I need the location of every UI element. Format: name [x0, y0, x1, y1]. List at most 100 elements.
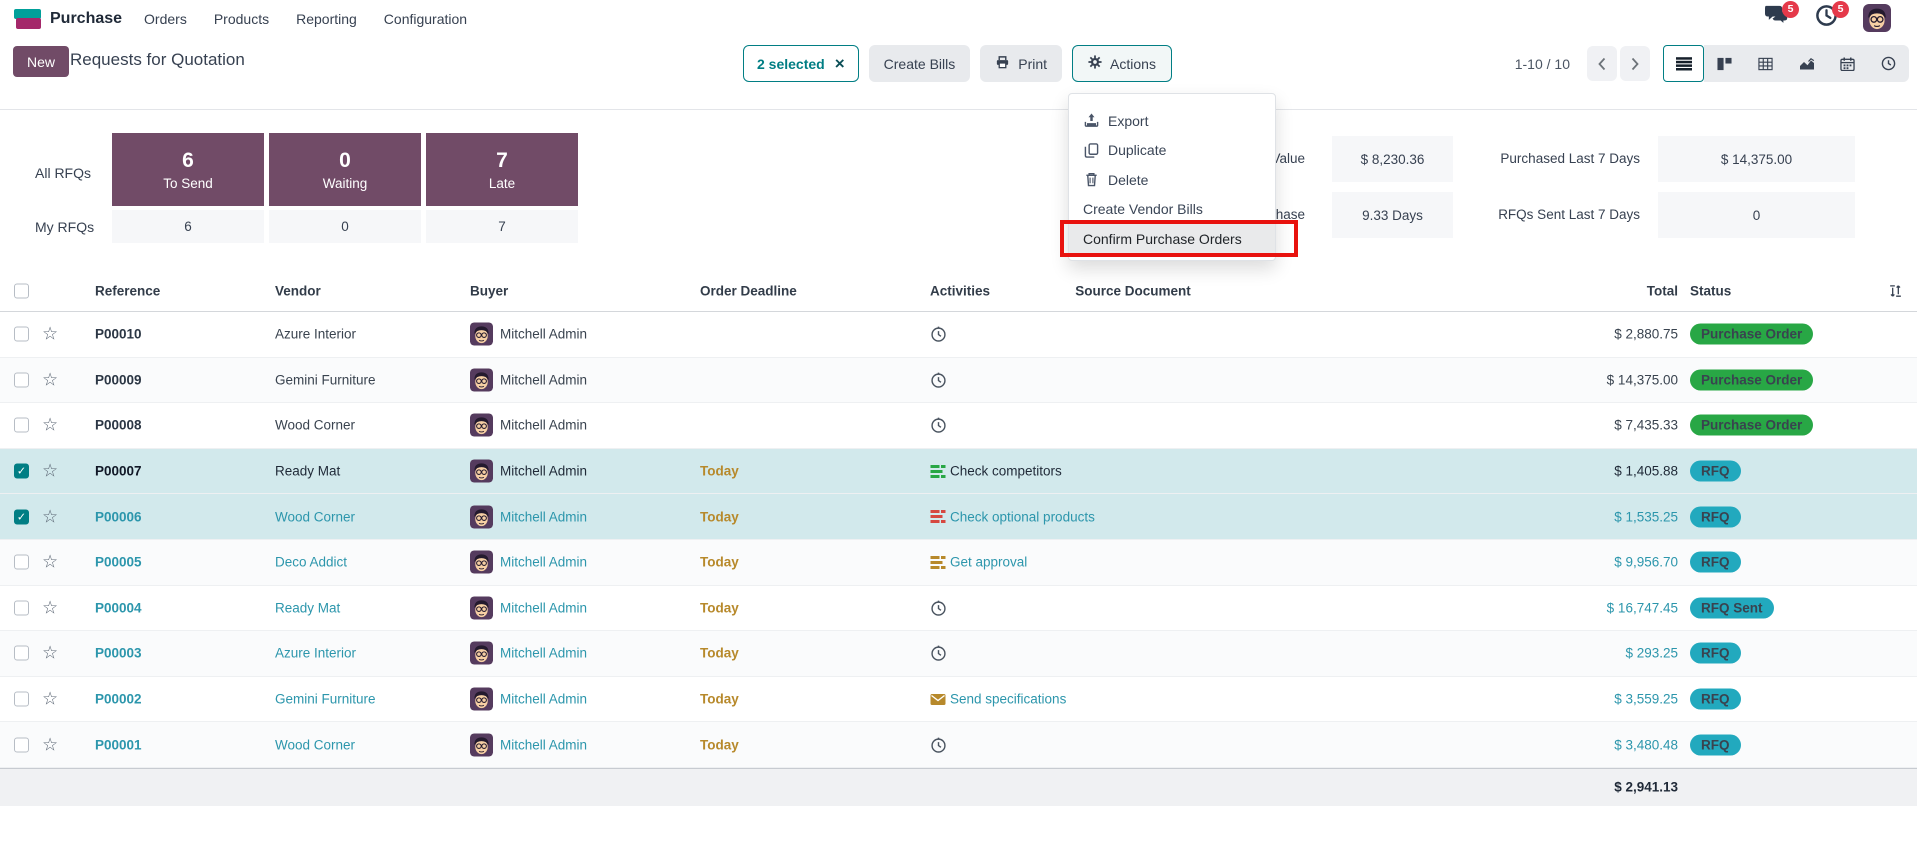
row-checkbox[interactable]: ✓ [14, 509, 29, 524]
pivot-view-icon[interactable] [1745, 45, 1786, 82]
table-row[interactable]: ☆ P00010 Azure Interior Mitchell Admin $… [0, 312, 1917, 358]
buyer-avatar [470, 733, 493, 756]
favorite-star-icon[interactable]: ☆ [42, 643, 58, 664]
nav-menu-item[interactable]: Reporting [296, 11, 357, 27]
favorite-star-icon[interactable]: ☆ [42, 324, 58, 345]
all-rfqs-label[interactable]: All RFQs [35, 165, 91, 181]
nav-menu-item[interactable]: Configuration [384, 11, 467, 27]
activity-cell[interactable]: Get approval [930, 555, 1027, 570]
trash-icon [1083, 172, 1099, 187]
table-row[interactable]: ✓ ☆ P00006 Wood Corner Mitchell Admin To… [0, 494, 1917, 540]
new-button[interactable]: New [13, 46, 69, 77]
row-checkbox[interactable] [14, 692, 29, 707]
actions-menu-item[interactable]: Export [1069, 106, 1275, 136]
reference-cell: P00006 [95, 509, 142, 524]
reference-cell: P00009 [95, 372, 142, 387]
table-row[interactable]: ☆ P00005 Deco Addict Mitchell Admin Toda… [0, 540, 1917, 586]
activity-cell[interactable] [930, 371, 951, 388]
activity-cell[interactable]: Send specifications [930, 692, 1066, 707]
actions-button[interactable]: Actions [1072, 45, 1172, 82]
total-cell: $ 293.25 [1490, 646, 1678, 661]
column-header[interactable]: Total [1490, 283, 1678, 298]
status-badge: RFQ [1690, 461, 1741, 482]
clear-selection-icon[interactable]: × [835, 55, 845, 72]
activity-cell[interactable] [930, 599, 951, 616]
selected-count-chip[interactable]: 2 selected × [743, 45, 859, 82]
table-row[interactable]: ☆ P00002 Gemini Furniture Mitchell Admin… [0, 677, 1917, 723]
user-avatar[interactable] [1863, 4, 1891, 32]
row-checkbox[interactable] [14, 372, 29, 387]
column-header[interactable]: Status [1690, 283, 1731, 298]
actions-menu-item[interactable]: Create Vendor Bills [1069, 195, 1275, 225]
actions-menu-item[interactable]: Duplicate [1069, 136, 1275, 166]
pager-previous-button[interactable] [1587, 46, 1617, 81]
row-checkbox[interactable] [14, 600, 29, 615]
activity-cell[interactable] [930, 417, 951, 434]
total-cell: $ 2,880.75 [1490, 327, 1678, 342]
actions-menu-item[interactable]: Confirm Purchase Orders [1069, 224, 1275, 254]
rfq-card-column: 6 To Send 6 [112, 133, 264, 243]
adjust-columns-icon[interactable] [1888, 283, 1903, 298]
my-rfqs-label[interactable]: My RFQs [35, 219, 94, 235]
activity-cell[interactable]: Check competitors [930, 464, 1062, 479]
vendor-cell: Wood Corner [275, 737, 355, 752]
table-row[interactable]: ☆ P00008 Wood Corner Mitchell Admin $ 7,… [0, 403, 1917, 449]
column-header[interactable]: Activities [930, 283, 990, 298]
row-checkbox[interactable]: ✓ [14, 464, 29, 479]
row-checkbox[interactable] [14, 418, 29, 433]
nav-menu-item[interactable]: Products [214, 11, 269, 27]
column-header[interactable]: Vendor [275, 283, 321, 298]
table-row[interactable]: ☆ P00004 Ready Mat Mitchell Admin Today … [0, 586, 1917, 632]
deadline-cell: Today [700, 464, 739, 479]
favorite-star-icon[interactable]: ☆ [42, 506, 58, 527]
favorite-star-icon[interactable]: ☆ [42, 369, 58, 390]
table-row[interactable]: ☆ P00001 Wood Corner Mitchell Admin Toda… [0, 722, 1917, 768]
activity-cell[interactable] [930, 645, 951, 662]
row-checkbox[interactable] [14, 646, 29, 661]
rfq-stat-card-my[interactable]: 6 [112, 210, 264, 243]
favorite-star-icon[interactable]: ☆ [42, 415, 58, 436]
create-bills-button[interactable]: Create Bills [869, 45, 971, 82]
calendar-view-icon[interactable] [1827, 45, 1868, 82]
vendor-cell: Azure Interior [275, 646, 356, 661]
column-header[interactable]: Source Document [1063, 283, 1203, 298]
activity-cell[interactable] [930, 736, 951, 753]
app-name[interactable]: Purchase [50, 10, 122, 28]
favorite-star-icon[interactable]: ☆ [42, 689, 58, 710]
row-checkbox[interactable] [14, 555, 29, 570]
select-all-checkbox[interactable] [14, 283, 29, 298]
list-view-icon[interactable] [1663, 45, 1704, 82]
buyer-cell: Mitchell Admin [470, 460, 587, 483]
column-header[interactable]: Reference [95, 283, 160, 298]
table-row[interactable]: ☆ P00009 Gemini Furniture Mitchell Admin… [0, 358, 1917, 404]
buyer-cell: Mitchell Admin [470, 551, 587, 574]
odoo-logo-icon[interactable] [14, 9, 41, 30]
rfq-stat-card-my[interactable]: 0 [269, 210, 421, 243]
graph-view-icon[interactable] [1786, 45, 1827, 82]
table-row[interactable]: ☆ P00003 Azure Interior Mitchell Admin T… [0, 631, 1917, 677]
column-header[interactable]: Order Deadline [700, 283, 797, 298]
kanban-view-icon[interactable] [1704, 45, 1745, 82]
row-checkbox[interactable] [14, 737, 29, 752]
activity-view-icon[interactable] [1868, 45, 1909, 82]
favorite-star-icon[interactable]: ☆ [42, 597, 58, 618]
rfq-stat-card[interactable]: 6 To Send [112, 133, 264, 206]
favorite-star-icon[interactable]: ☆ [42, 461, 58, 482]
rfq-stat-card-my[interactable]: 7 [426, 210, 578, 243]
activities-clock-icon[interactable]: 5 [1813, 5, 1840, 32]
actions-menu-item[interactable]: Delete [1069, 165, 1275, 195]
rfq-stat-card[interactable]: 7 Late [426, 133, 578, 206]
favorite-star-icon[interactable]: ☆ [42, 734, 58, 755]
column-header[interactable]: Buyer [470, 283, 508, 298]
table-row[interactable]: ✓ ☆ P00007 Ready Mat Mitchell Admin Toda… [0, 449, 1917, 495]
print-button[interactable]: Print [980, 45, 1062, 82]
rfq-stat-card[interactable]: 0 Waiting [269, 133, 421, 206]
messages-icon[interactable]: 5 [1763, 5, 1790, 32]
pager-next-button[interactable] [1620, 46, 1650, 81]
row-checkbox[interactable] [14, 327, 29, 342]
nav-menu-item[interactable]: Orders [144, 11, 187, 27]
activity-cell[interactable]: Check optional products [930, 509, 1095, 524]
activity-cell[interactable] [930, 326, 951, 343]
buyer-cell: Mitchell Admin [470, 688, 587, 711]
favorite-star-icon[interactable]: ☆ [42, 552, 58, 573]
